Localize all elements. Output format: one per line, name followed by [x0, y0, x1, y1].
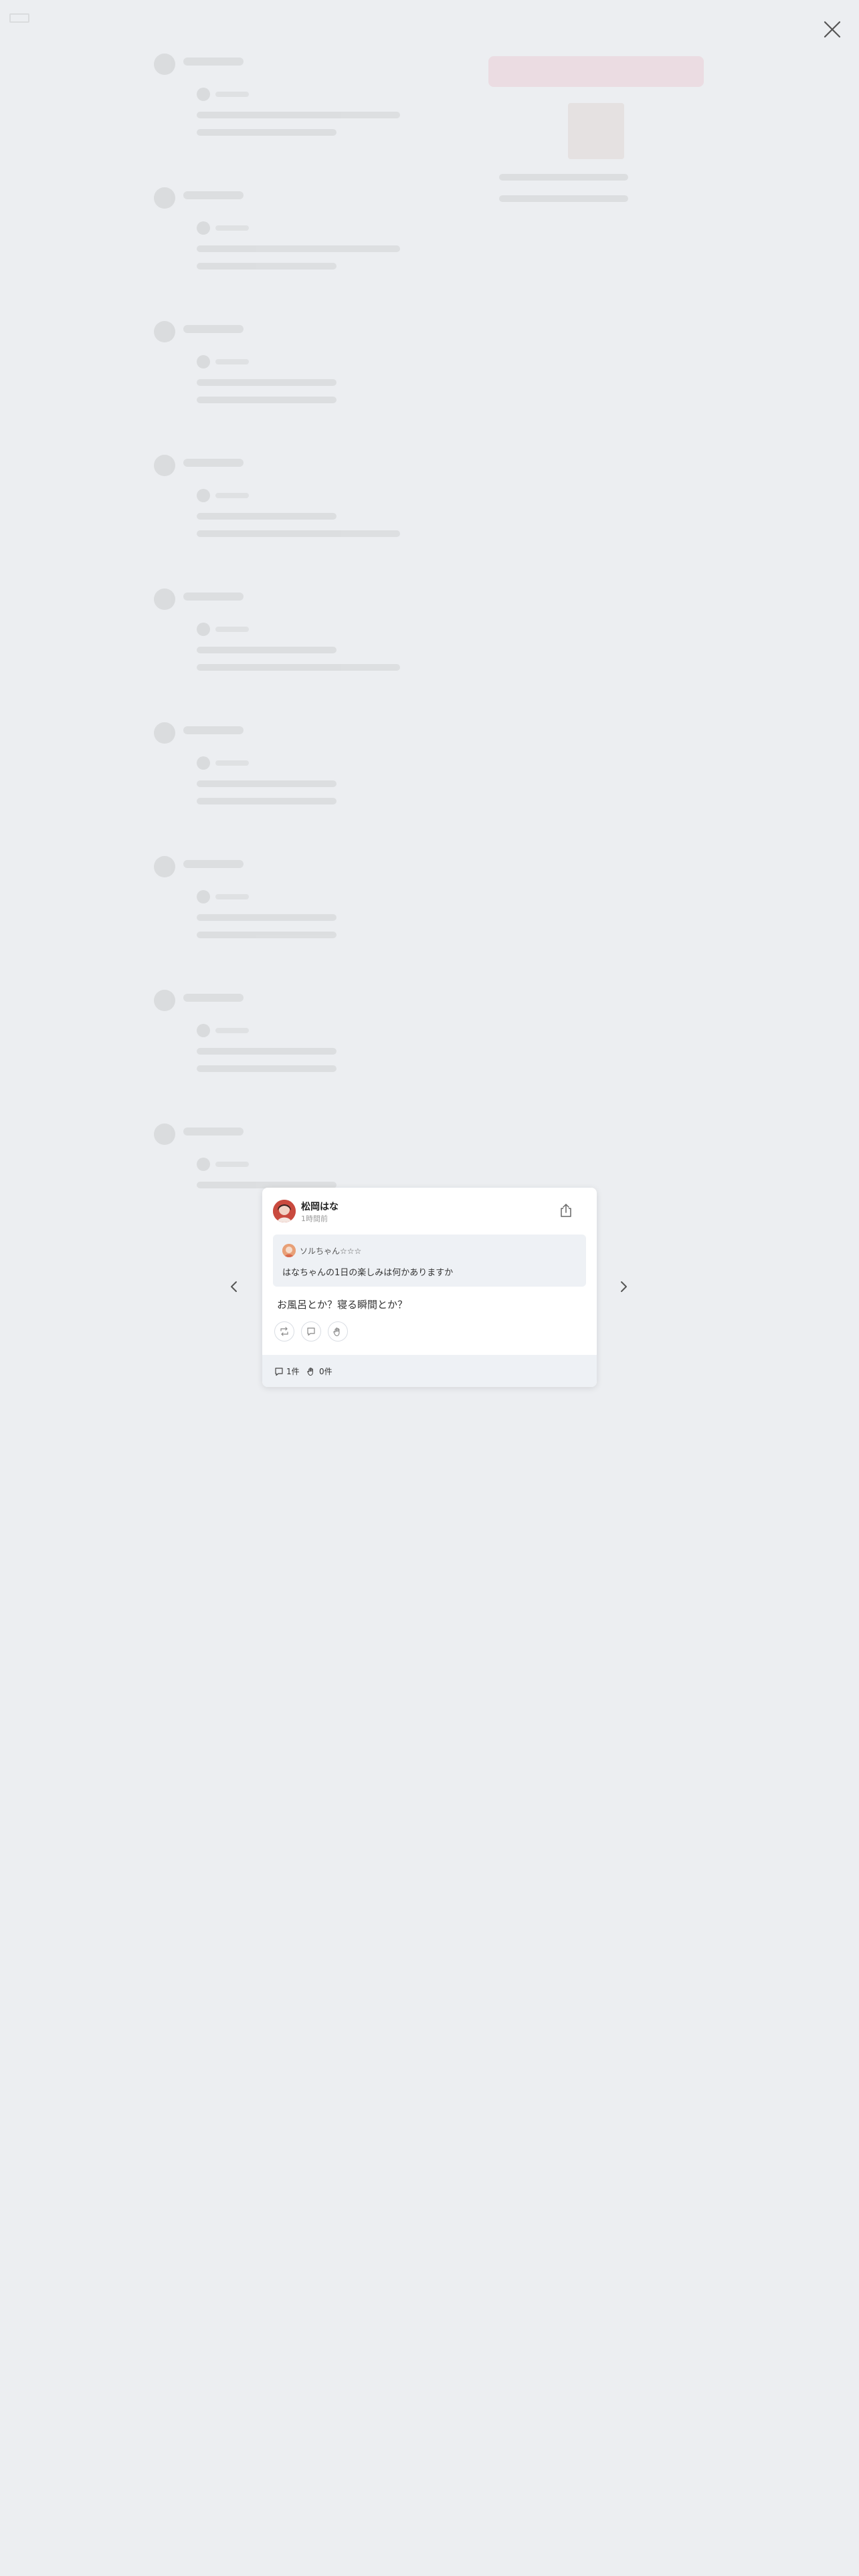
previous-button[interactable] — [225, 1277, 244, 1296]
clap-button[interactable] — [328, 1321, 348, 1341]
background-feed-item — [154, 588, 462, 722]
background-feed-item — [154, 321, 462, 455]
answer-text: お風呂とか？寝る瞬間とか？ — [277, 1299, 408, 1311]
clap-count-icon — [307, 1368, 313, 1376]
clap-icon — [333, 1327, 340, 1337]
repost-icon — [280, 1327, 288, 1336]
question-text: はなちゃんの1日の楽しみは何かありますか — [282, 1268, 454, 1278]
chevron-right-icon — [621, 1281, 627, 1292]
author-avatar[interactable] — [273, 1200, 296, 1222]
comment-button[interactable] — [301, 1321, 321, 1341]
card-header: 松岡はな 1時間前 — [273, 1198, 586, 1224]
author-avatar-image — [273, 1200, 296, 1222]
chevron-left-icon — [231, 1281, 237, 1292]
repost-button[interactable] — [274, 1321, 294, 1341]
background-feed — [154, 53, 462, 1257]
comment-count-icon — [275, 1367, 283, 1376]
background-feed-item — [154, 856, 462, 990]
share-icon — [561, 1204, 571, 1217]
clap-count[interactable]: 0件 — [306, 1366, 332, 1377]
question-quote[interactable]: ソルちゃん☆☆☆ はなちゃんの1日の楽しみは何かありますか — [273, 1235, 586, 1287]
question-author-name: ソルちゃん☆☆☆ — [300, 1247, 362, 1256]
comment-icon — [307, 1327, 315, 1336]
background-sidebar — [488, 56, 704, 202]
background-feed-item — [154, 990, 462, 1123]
share-button[interactable] — [557, 1201, 575, 1220]
background-feed-item — [154, 722, 462, 856]
question-author-avatar — [282, 1244, 296, 1257]
post-time: 1時間前 — [301, 1214, 328, 1223]
comment-count-value: 1件 — [286, 1367, 300, 1376]
background-feed-item — [154, 187, 462, 321]
close-icon — [824, 21, 841, 38]
site-logo — [9, 13, 29, 23]
comment-count[interactable]: 1件 — [274, 1366, 300, 1377]
author-name[interactable]: 松岡はな — [301, 1200, 339, 1213]
card-footer: 1件 0件 — [262, 1355, 597, 1387]
clap-count-value: 0件 — [319, 1367, 332, 1376]
background-feed-item — [154, 455, 462, 588]
answer-card: 松岡はな 1時間前 ソルちゃん☆☆☆ はなちゃんの1日の楽しみは何かありますか … — [262, 1188, 597, 1387]
close-button[interactable] — [819, 16, 846, 43]
action-bar — [274, 1321, 348, 1341]
next-button[interactable] — [614, 1277, 633, 1296]
background-feed-item — [154, 53, 462, 187]
